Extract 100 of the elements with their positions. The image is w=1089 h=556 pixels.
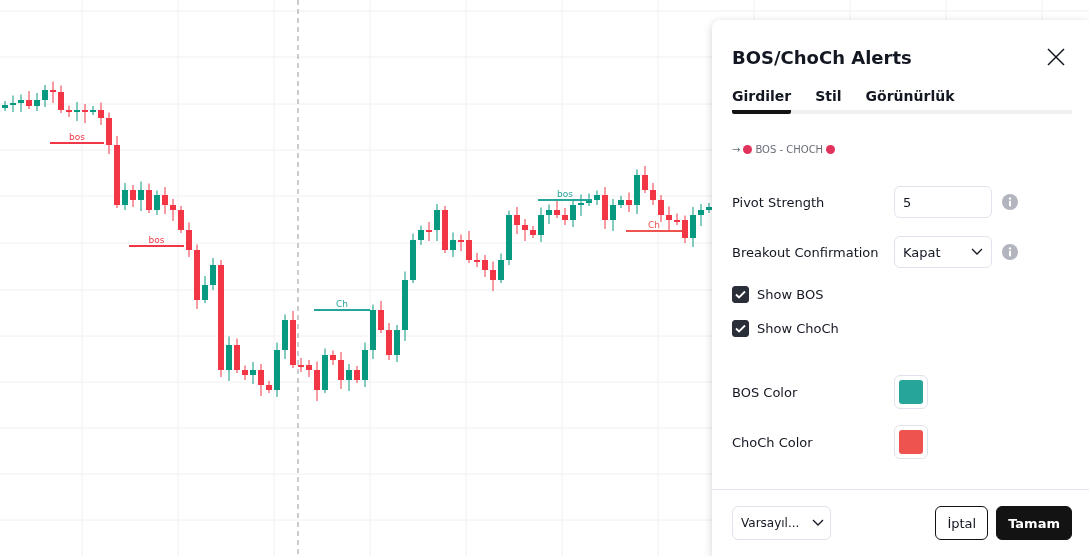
candle	[434, 203, 440, 242]
candle	[458, 234, 464, 252]
candle	[74, 101, 80, 122]
candle	[42, 84, 48, 108]
candle	[570, 199, 576, 228]
candle	[394, 324, 400, 363]
candle	[130, 184, 136, 208]
candle	[546, 204, 552, 225]
input-label: BOS Color	[732, 384, 799, 400]
close-icon	[1047, 48, 1065, 66]
candle	[706, 202, 712, 214]
checkbox-label: Show BOS	[757, 286, 824, 302]
candle	[186, 222, 192, 258]
candle	[410, 233, 416, 284]
candle	[258, 363, 264, 397]
candle	[10, 95, 16, 113]
level-label: bos	[557, 189, 573, 199]
candle	[202, 275, 208, 304]
candle	[90, 105, 96, 116]
candle	[210, 257, 216, 291]
check-icon	[735, 323, 746, 333]
candle	[170, 198, 176, 222]
candle	[666, 206, 672, 232]
candle	[242, 365, 248, 381]
candle	[250, 361, 256, 385]
candle	[530, 225, 536, 239]
check-icon	[735, 289, 746, 299]
candle	[146, 183, 152, 214]
candle	[58, 85, 64, 114]
candle	[498, 253, 504, 284]
candle	[346, 363, 352, 392]
candle	[642, 165, 648, 194]
candle	[626, 192, 632, 213]
candle	[234, 338, 240, 374]
candle	[338, 351, 344, 390]
candle	[314, 361, 320, 402]
candle	[122, 182, 128, 211]
tab[interactable]: Stil	[815, 88, 842, 114]
group-title: BOS - CHOCH	[755, 144, 824, 155]
checkbox-label: Show ChoCh	[757, 320, 839, 336]
candle	[298, 357, 304, 373]
candle	[178, 205, 184, 234]
candle	[610, 198, 616, 232]
candle	[442, 205, 448, 254]
candle	[386, 322, 392, 361]
candle	[594, 190, 600, 206]
checkbox[interactable]	[732, 319, 749, 337]
candle	[2, 100, 8, 112]
candle	[450, 232, 456, 258]
candle	[506, 210, 512, 266]
candle	[426, 221, 432, 242]
candle	[562, 207, 568, 226]
candle	[18, 94, 24, 113]
candle	[362, 342, 368, 388]
chevron-down-icon	[812, 519, 824, 527]
info-icon[interactable]	[1002, 194, 1018, 210]
candle	[698, 203, 704, 227]
candle	[586, 193, 592, 207]
candle	[26, 90, 32, 110]
candle	[354, 365, 360, 384]
candle	[674, 213, 680, 226]
candle	[658, 194, 664, 223]
candle	[322, 348, 328, 394]
candle	[650, 182, 656, 206]
candle	[578, 194, 584, 217]
candle	[514, 206, 520, 235]
input-label: Pivot Strength	[732, 194, 826, 210]
candle	[482, 254, 488, 278]
candle	[418, 225, 424, 246]
tab[interactable]: Girdiler	[732, 88, 792, 114]
candle	[106, 112, 112, 155]
group-arrow: →	[732, 144, 741, 155]
tab[interactable]: Görünürlük	[865, 88, 955, 114]
info-icon[interactable]	[1002, 244, 1018, 260]
chevron-down-icon	[971, 248, 983, 256]
level-label: bos	[69, 132, 85, 142]
preset-select[interactable]: Varsayıl...	[732, 506, 831, 540]
candle	[266, 380, 272, 394]
number-field[interactable]: 5	[894, 186, 992, 218]
candle	[34, 92, 40, 112]
candle	[154, 190, 160, 216]
cancel-button[interactable]: İptal	[935, 506, 989, 540]
candle	[538, 207, 544, 243]
candle	[370, 304, 376, 360]
ok-button[interactable]: Tamam	[996, 506, 1072, 540]
candle	[690, 206, 696, 248]
select-field[interactable]: Kapat	[894, 236, 992, 268]
candle	[330, 350, 336, 366]
input-label: ChoCh Color	[732, 434, 814, 450]
checkbox[interactable]	[732, 285, 749, 303]
candle	[162, 186, 168, 215]
candle	[290, 310, 296, 369]
candle	[402, 271, 408, 342]
candle	[50, 81, 56, 104]
level-label: bos	[148, 235, 165, 245]
candle	[82, 103, 88, 124]
input-label: Breakout Confirmation	[732, 244, 880, 260]
candle	[66, 105, 72, 118]
candle	[618, 195, 624, 209]
candle	[306, 359, 312, 378]
